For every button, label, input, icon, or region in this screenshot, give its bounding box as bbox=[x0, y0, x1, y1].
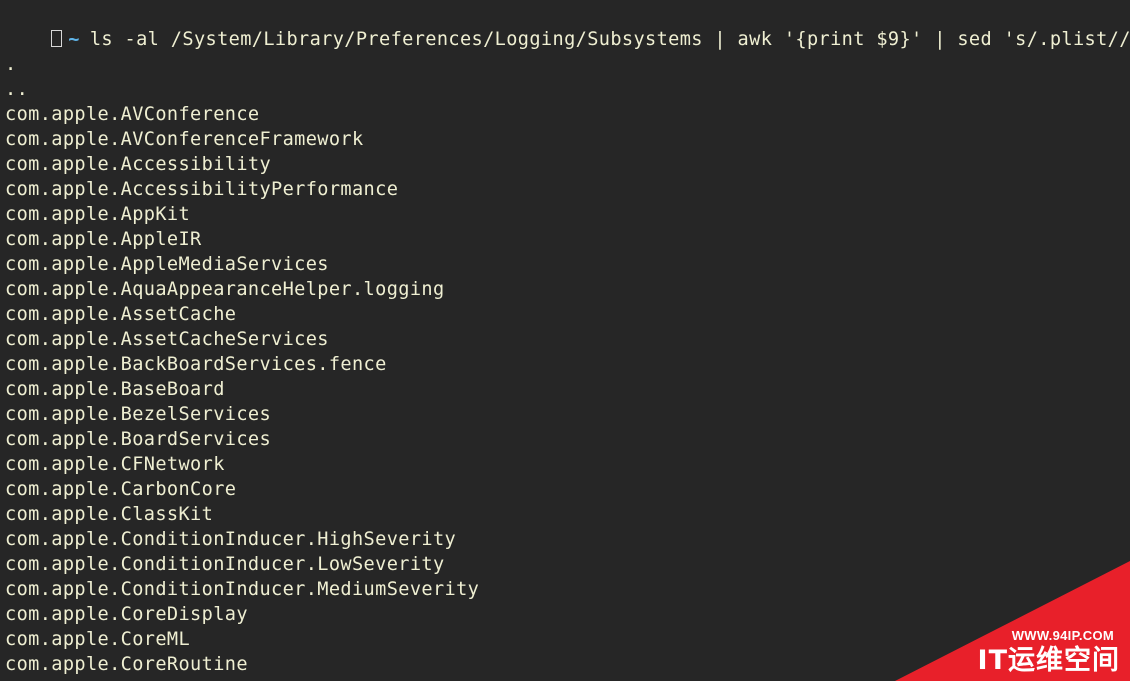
output-line: com.apple.AssetCache bbox=[5, 304, 237, 325]
output-line: com.apple.AssetCacheServices bbox=[5, 329, 329, 350]
output-line: com.apple.BackBoardServices.fence bbox=[5, 354, 387, 375]
output-line: com.apple.AppleMediaServices bbox=[5, 254, 329, 275]
output-line: . bbox=[5, 54, 17, 75]
output-line: com.apple.AppleIR bbox=[5, 229, 202, 250]
watermark-brand: IT运维空间 bbox=[977, 645, 1120, 676]
command-text: ls -al /System/Library/Preferences/Loggi… bbox=[89, 29, 1130, 50]
output-line: com.apple.CarbonCore bbox=[5, 479, 237, 500]
output-line: com.apple.CFNetwork bbox=[5, 454, 225, 475]
watermark: WWW.94IP.COM IT运维空间 bbox=[895, 561, 1130, 681]
output-line: com.apple.AquaAppearanceHelper.logging bbox=[5, 279, 445, 300]
output-line: com.apple.ConditionInducer.MediumSeverit… bbox=[5, 579, 480, 600]
prompt-tilde: ~ bbox=[68, 29, 80, 50]
output-line: com.apple.ConditionInducer.LowSeverity bbox=[5, 554, 445, 575]
output-line: com.apple.CoreDisplay bbox=[5, 604, 248, 625]
output-line: com.apple.BezelServices bbox=[5, 404, 272, 425]
output-line: com.apple.Accessibility bbox=[5, 154, 272, 175]
output-line: com.apple.AVConferenceFramework bbox=[5, 129, 364, 150]
output-line: com.apple.AppKit bbox=[5, 204, 191, 225]
output-line: com.apple.AVConference bbox=[5, 104, 260, 125]
output-line: com.apple.CoreRoutine bbox=[5, 654, 248, 675]
output-line: com.apple.AccessibilityPerformance bbox=[5, 179, 399, 200]
output-line: com.apple.CoreML bbox=[5, 629, 191, 650]
prompt-line: ~ ls -al /System/Library/Preferences/Logg… bbox=[5, 2, 1130, 50]
output-line: com.apple.ClassKit bbox=[5, 504, 214, 525]
output-line: com.apple.ConditionInducer.HighSeverity bbox=[5, 529, 457, 550]
prompt-indicator-icon bbox=[51, 30, 63, 47]
output-line: .. bbox=[5, 79, 29, 100]
output-line: com.apple.BaseBoard bbox=[5, 379, 225, 400]
output-line: com.apple.BoardServices bbox=[5, 429, 272, 450]
